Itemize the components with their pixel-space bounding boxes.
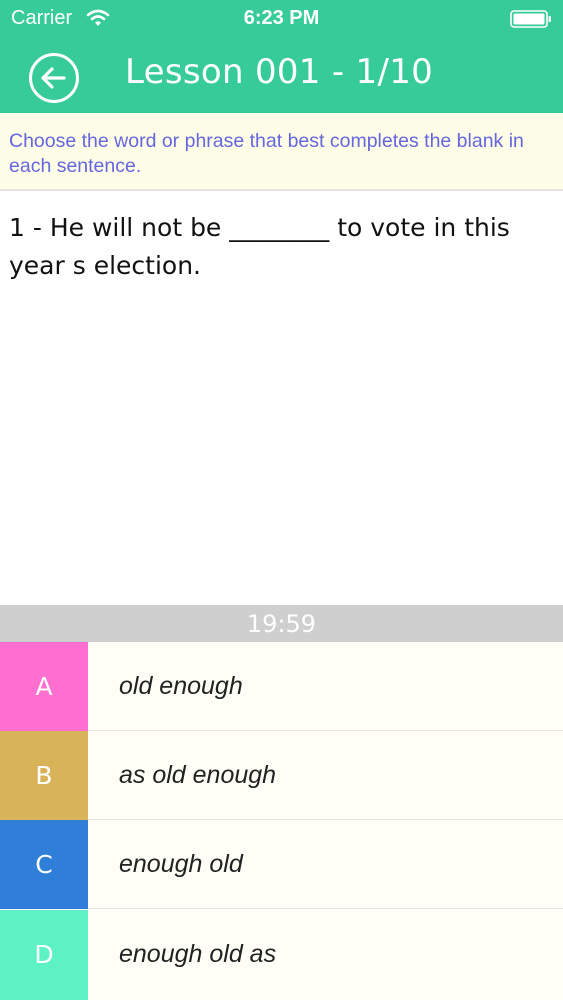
- timer-bar: 19:59: [0, 605, 563, 642]
- answer-options: A old enough B as old enough C enough ol…: [0, 642, 563, 1000]
- option-b[interactable]: B as old enough: [0, 731, 563, 820]
- status-bar: Carrier 6:23 PM: [0, 0, 563, 38]
- instruction-text: Choose the word or phrase that best comp…: [9, 130, 524, 177]
- option-text: old enough: [119, 672, 243, 700]
- option-a[interactable]: A old enough: [0, 642, 563, 731]
- option-d[interactable]: D enough old as: [0, 910, 563, 1000]
- question-text: 1 - He will not be ________ to vote in t…: [9, 213, 510, 280]
- instruction-panel: Choose the word or phrase that best comp…: [0, 113, 563, 191]
- page-title: Lesson 001 - 1/10: [125, 52, 434, 92]
- option-letter: B: [0, 731, 88, 820]
- option-c[interactable]: C enough old: [0, 820, 563, 909]
- option-text: as old enough: [119, 761, 277, 789]
- option-letter: A: [0, 642, 88, 731]
- back-button[interactable]: [28, 52, 80, 104]
- option-letter: D: [0, 910, 88, 1000]
- back-arrow-icon: [29, 53, 79, 103]
- battery-icon: [510, 10, 552, 28]
- header-bar: Lesson 001 - 1/10: [0, 38, 563, 113]
- option-text: enough old: [119, 850, 243, 878]
- status-time: 6:23 PM: [243, 7, 320, 29]
- option-text: enough old as: [119, 940, 277, 968]
- timer-text: 19:59: [246, 610, 317, 638]
- option-letter: C: [0, 820, 88, 909]
